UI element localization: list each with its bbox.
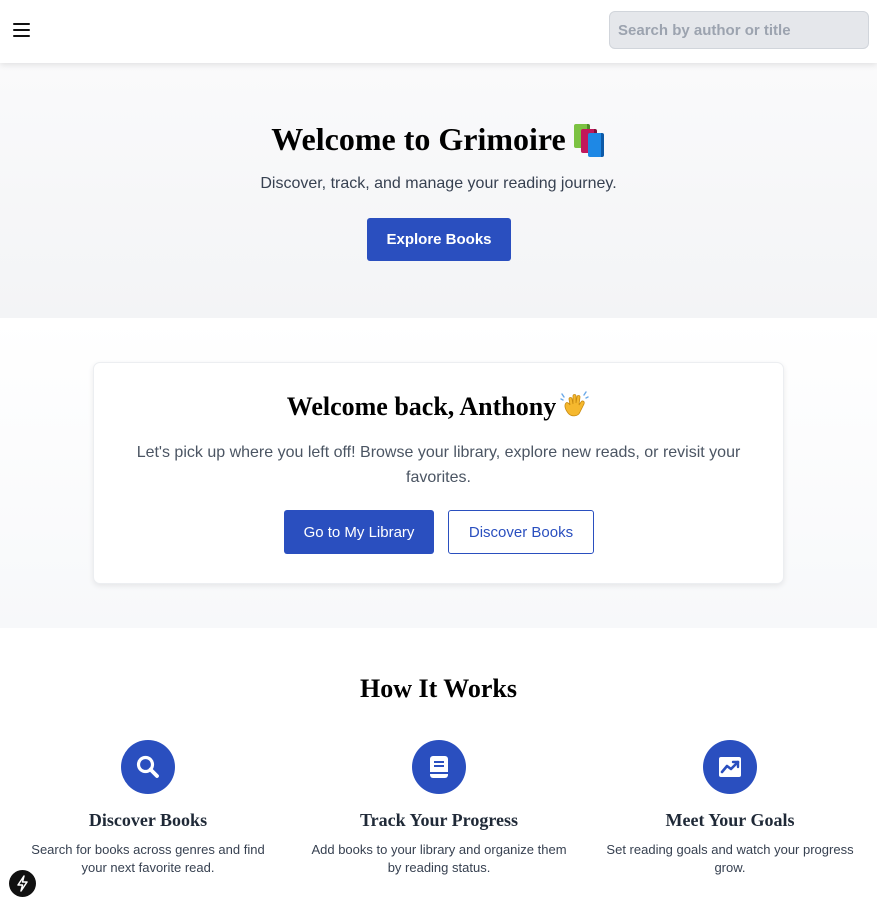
how-it-works-title: How It Works xyxy=(360,674,517,703)
explore-books-button[interactable]: Explore Books xyxy=(367,218,511,261)
discover-books-button[interactable]: Discover Books xyxy=(448,510,594,554)
welcome-message: Let's pick up where you left off! Browse… xyxy=(136,444,741,486)
feature-track-progress: Track Your Progress Add books to your li… xyxy=(304,740,574,877)
welcome-section: Welcome back, Anthony Let's pick up wher… xyxy=(0,318,877,628)
search-input[interactable] xyxy=(609,11,869,49)
feature-title: Track Your Progress xyxy=(360,810,518,830)
feature-title: Discover Books xyxy=(88,810,208,830)
book-icon xyxy=(430,756,448,778)
lightning-bolt-icon[interactable] xyxy=(9,870,36,897)
waving-hand-emoji-icon xyxy=(560,391,590,419)
hero-section: Welcome to Grimoire Discover, track, and… xyxy=(0,63,877,318)
top-navigation-bar xyxy=(0,0,877,63)
feature-meet-goals: Meet Your Goals Set reading goals and wa… xyxy=(595,740,865,877)
go-to-library-button[interactable]: Go to My Library xyxy=(284,510,434,554)
feature-icon-circle xyxy=(121,740,175,794)
trending-up-chart-icon xyxy=(719,757,741,777)
hero-title: Welcome to Grimoire xyxy=(0,121,877,158)
books-emoji-icon xyxy=(572,124,606,157)
hero-title-text: Welcome to Grimoire xyxy=(271,121,566,157)
feature-description: Add books to your library and organize t… xyxy=(311,842,567,875)
search-icon xyxy=(136,755,159,778)
hamburger-menu-icon[interactable] xyxy=(11,21,33,41)
welcome-card: Welcome back, Anthony Let's pick up wher… xyxy=(93,362,784,584)
feature-discover-books: Discover Books Search for books across g… xyxy=(13,740,283,877)
feature-description: Search for books across genres and find … xyxy=(31,842,265,875)
feature-icon-circle xyxy=(412,740,466,794)
feature-description: Set reading goals and watch your progres… xyxy=(606,842,854,875)
feature-title: Meet Your Goals xyxy=(665,810,795,830)
welcome-title: Welcome back, Anthony xyxy=(94,391,783,422)
hero-subtitle: Discover, track, and manage your reading… xyxy=(260,175,617,192)
feature-icon-circle xyxy=(703,740,757,794)
welcome-title-text: Welcome back, Anthony xyxy=(286,392,557,421)
how-it-works-section: How It Works Discover Books Search for b… xyxy=(0,628,877,909)
